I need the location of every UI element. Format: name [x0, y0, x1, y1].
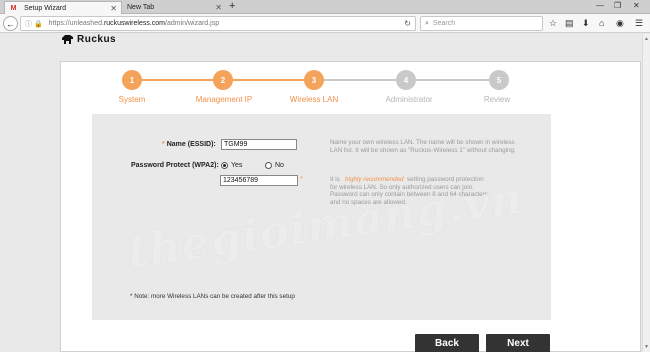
step-2-circle: 2	[213, 70, 233, 90]
wlan-note: * Note: more Wireless LANs can be create…	[130, 293, 295, 300]
tab-new-tab[interactable]: New Tab ✕	[123, 1, 226, 14]
home-icon[interactable]: ⌂	[599, 18, 604, 28]
ruckus-logo: Ruckus	[61, 33, 116, 45]
browser-tab-strip: M Setup Wizard ✕ New Tab ✕ + — ❐ ✕	[0, 0, 650, 14]
step-5-label: Review	[483, 95, 511, 104]
reading-list-icon[interactable]: ▤	[565, 18, 574, 29]
password-yes-radio[interactable]: Yes	[221, 162, 242, 169]
step-5-circle: 5	[489, 70, 509, 90]
radio-unselected-icon	[265, 162, 272, 169]
logo-text: Ruckus	[77, 33, 117, 45]
search-input[interactable]: ⌕ Search	[420, 16, 543, 31]
pocket-icon[interactable]: ◉	[616, 18, 624, 29]
search-placeholder: Search	[432, 20, 456, 27]
close-tab-icon[interactable]: ✕	[110, 4, 117, 13]
next-button[interactable]: Next	[486, 334, 550, 352]
new-tab-button[interactable]: +	[229, 0, 235, 12]
password-no-radio[interactable]: No	[265, 162, 284, 169]
download-icon[interactable]: ⬇	[582, 18, 590, 29]
maximize-icon[interactable]: ❐	[614, 1, 621, 10]
browser-nav-bar: ← ⓘ 🔒 https://unleashed. ruckuswireless.c…	[0, 14, 650, 33]
bookmark-star-icon[interactable]: ☆	[549, 18, 557, 29]
back-arrow-icon[interactable]: ←	[3, 16, 18, 31]
password-protect-label: Password Protect (WPA2):	[131, 162, 219, 169]
search-icon: ⌕	[425, 19, 429, 27]
reload-icon[interactable]: ↻	[404, 19, 411, 28]
ruckus-dog-icon	[62, 35, 73, 44]
back-button[interactable]: Back	[415, 334, 479, 352]
step-2-label: Management IP	[195, 95, 253, 104]
menu-icon[interactable]: ☰	[635, 18, 643, 29]
tab-title: New Tab	[127, 4, 155, 11]
url-bar[interactable]: ⓘ 🔒 https://unleashed. ruckuswireless.com…	[20, 16, 416, 31]
required-mark: *	[162, 141, 165, 148]
tab-setup-wizard[interactable]: M Setup Wizard ✕	[4, 1, 122, 14]
url-path: /admin/wizard.jsp	[165, 20, 220, 27]
page-scrollbar[interactable]: ▲ ▼	[642, 34, 650, 352]
gmail-favicon-icon: M	[10, 4, 17, 12]
close-window-icon[interactable]: ✕	[633, 1, 640, 10]
password-input[interactable]	[220, 175, 298, 186]
scroll-up-icon[interactable]: ▲	[644, 36, 649, 42]
step-3-label: Wireless LAN	[289, 95, 339, 104]
step-4-circle: 4	[396, 70, 416, 90]
url-prefix: https://unleashed.	[48, 20, 104, 27]
essid-help-text: Name your own wireless LAN. The name wil…	[330, 139, 516, 154]
step-4-label: Administrator	[385, 95, 433, 104]
url-host: ruckuswireless.com	[103, 20, 166, 27]
step-3-circle: 3	[304, 70, 324, 90]
essid-input[interactable]	[221, 139, 297, 150]
close-tab-icon[interactable]: ✕	[215, 3, 222, 12]
step-1-label: System	[118, 95, 146, 104]
password-required-mark: *	[300, 176, 303, 183]
step-1-circle: 1	[122, 70, 142, 90]
tab-title: Setup Wizard	[24, 4, 67, 12]
minimize-icon[interactable]: —	[596, 1, 604, 10]
essid-label: * Name (ESSID):	[162, 141, 216, 148]
radio-selected-icon	[221, 162, 228, 169]
scroll-down-icon[interactable]: ▼	[644, 344, 649, 350]
site-info-icon[interactable]: ⓘ 🔒	[25, 19, 43, 29]
